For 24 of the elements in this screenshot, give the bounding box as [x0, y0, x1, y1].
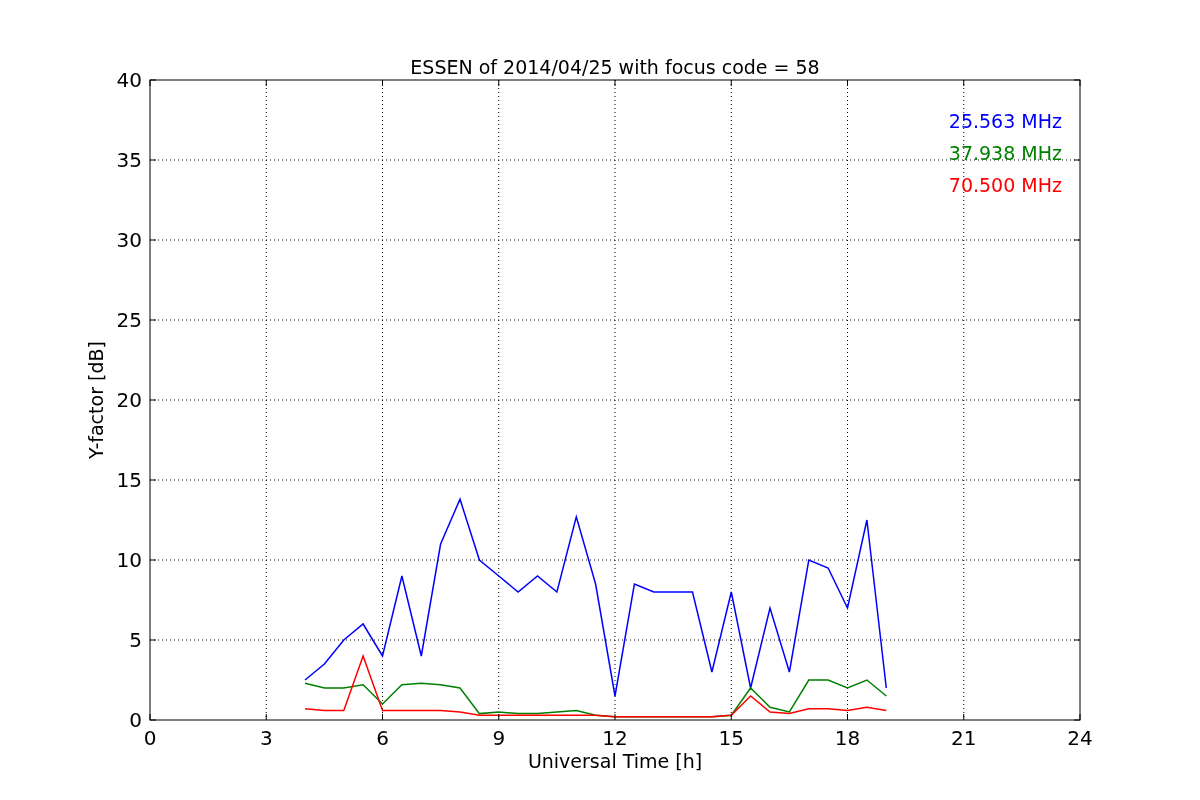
- chart-title: ESSEN of 2014/04/25 with focus code = 58: [410, 56, 820, 78]
- y-tick-label: 0: [129, 708, 142, 732]
- y-tick-label: 40: [116, 68, 142, 92]
- legend-label: 70.500 MHz: [948, 174, 1062, 196]
- x-axis-label: Universal Time [h]: [527, 750, 703, 772]
- x-tick-label: 15: [718, 726, 744, 750]
- y-axis-label: Y-factor [dB]: [85, 341, 107, 459]
- y-tick-label: 30: [116, 228, 142, 252]
- x-tick-label: 21: [951, 726, 977, 750]
- x-tick-label: 3: [259, 726, 273, 750]
- x-tick-label: 6: [376, 726, 389, 750]
- y-tick-label: 15: [116, 468, 142, 492]
- y-tick-label: 25: [116, 308, 142, 332]
- y-tick-label: 35: [116, 148, 142, 172]
- x-tick-label: 9: [492, 726, 506, 750]
- y-tick-label: 20: [116, 388, 142, 412]
- y-tick-label: 5: [129, 628, 142, 652]
- legend-label: 37.938 MHz: [948, 142, 1062, 164]
- y-tick-label: 10: [116, 548, 142, 572]
- legend-label: 25.563 MHz: [948, 110, 1062, 132]
- x-tick-label: 24: [1067, 726, 1093, 750]
- x-tick-label: 12: [602, 726, 628, 750]
- x-tick-label: 0: [143, 726, 157, 750]
- x-tick-label: 18: [834, 726, 861, 750]
